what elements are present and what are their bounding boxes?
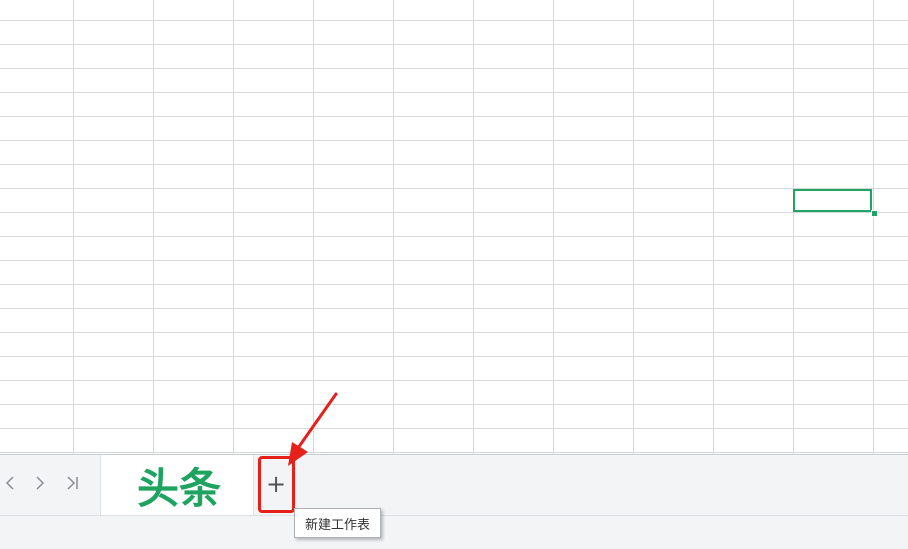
selected-cell[interactable] <box>793 189 872 212</box>
sheet-tab-label: 头条 <box>137 463 222 513</box>
tab-sheet-1[interactable]: 头条 <box>100 455 254 515</box>
chevron-left-icon <box>5 476 14 490</box>
skip-to-last-icon <box>67 476 78 490</box>
next-sheet-button[interactable] <box>30 472 50 494</box>
spreadsheet-grid[interactable] <box>0 0 908 455</box>
status-bar <box>0 515 908 549</box>
add-sheet-tooltip: 新建工作表 <box>294 508 382 538</box>
sheet-tab-bar: 头条 <box>0 455 908 515</box>
fill-handle[interactable] <box>871 210 878 217</box>
chevron-right-icon <box>36 476 45 490</box>
last-sheet-button[interactable] <box>62 472 82 494</box>
prev-sheet-button[interactable] <box>0 472 20 494</box>
plus-icon: + <box>265 470 287 498</box>
red-arrow-annotation <box>288 392 338 466</box>
